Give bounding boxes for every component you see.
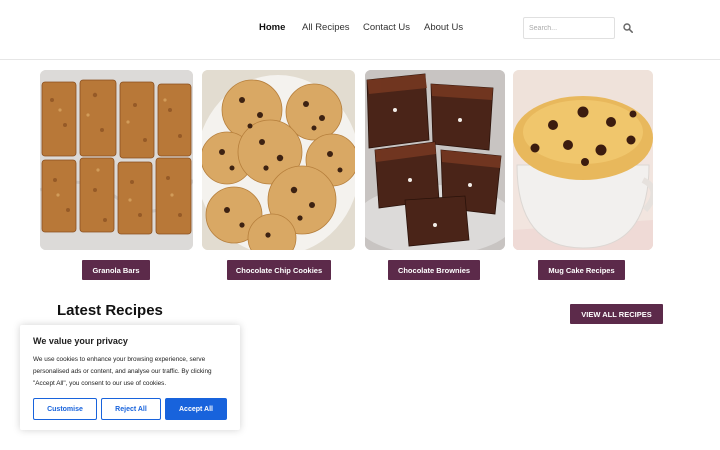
category-button-mug-cake-recipes[interactable]: Mug Cake Recipes [538, 260, 625, 280]
chocolate-chip-cookies-image[interactable] [202, 70, 355, 250]
category-button-chocolate-brownies[interactable]: Chocolate Brownies [388, 260, 480, 280]
latest-recipes-heading: Latest Recipes [57, 302, 163, 319]
view-all-recipes-button[interactable]: VIEW ALL RECIPES [570, 304, 663, 324]
category-button-chocolate-chip-cookies[interactable]: Chocolate Chip Cookies [227, 260, 331, 280]
nav-all-recipes[interactable]: All Recipes [302, 22, 350, 33]
search-button[interactable] [620, 20, 636, 36]
granola-bars-image[interactable] [40, 70, 193, 250]
nav-home[interactable]: Home [259, 22, 285, 33]
cookie-banner-title: We value your privacy [33, 336, 128, 346]
category-button-granola-bars[interactable]: Granola Bars [82, 260, 150, 280]
reject-all-button[interactable]: Reject All [101, 398, 161, 420]
mug-cake-image[interactable] [513, 70, 653, 250]
search-icon [623, 23, 633, 33]
customise-button[interactable]: Customise [33, 398, 97, 420]
nav-about-us[interactable]: About Us [424, 22, 463, 33]
cookie-banner-text: We use cookies to enhance your browsing … [33, 356, 212, 387]
search-input[interactable] [523, 17, 615, 39]
accept-all-button[interactable]: Accept All [165, 398, 227, 420]
chocolate-brownies-image[interactable] [365, 70, 505, 250]
cookie-consent-banner: We value your privacy We use cookies to … [20, 325, 240, 430]
nav-contact-us[interactable]: Contact Us [363, 22, 410, 33]
site-header: Home All Recipes Contact Us About Us [0, 0, 720, 60]
